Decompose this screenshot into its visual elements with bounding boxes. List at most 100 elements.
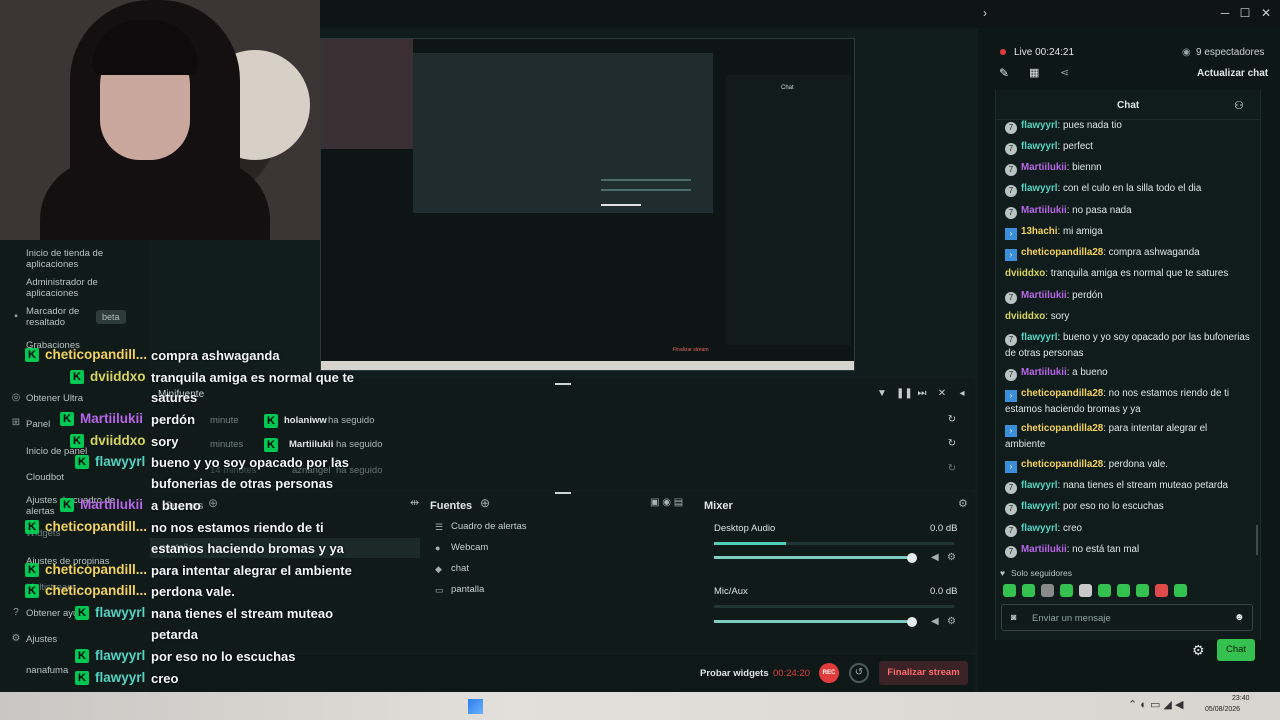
rec-button[interactable]: REC [819,663,839,683]
overlay-chat-message: estamos haciendo bromas y ya [151,541,344,556]
windows-start-icon[interactable] [468,699,483,714]
clock-time: 23:40 [1232,695,1250,702]
emote-icon[interactable] [1098,584,1111,597]
heart-icon: ♥ [1000,568,1006,578]
skip-icon[interactable]: ⏭ [916,388,928,400]
emote-icon[interactable] [1060,584,1073,597]
chat-username[interactable]: dviiddxo [1005,268,1045,279]
source-item-chat[interactable]: chat [451,563,469,574]
chat-username[interactable]: Martiilukii [1021,205,1067,216]
user-settings-icon[interactable]: ⚇ [1234,99,1244,112]
chat-message: dviiddxo: sory [1005,309,1250,324]
source-tools-icon[interactable]: ▣ ◉ ▤ [650,497,683,508]
chat-input[interactable]: ◙ Enviar un mensaje ☻ [1001,604,1253,631]
speaker-icon[interactable]: ◀ [931,616,939,627]
chat-username[interactable]: flawyyrl [1021,141,1058,152]
emote-icon[interactable] [1003,584,1016,597]
kick-badge-icon: K [25,520,39,534]
chat-username[interactable]: cheticopandilla28 [1021,423,1103,434]
overlay-chat-row: Kcheticopandill... para intentar alegrar … [0,560,420,580]
chat-username[interactable]: Martiilukii [1021,290,1067,301]
overlay-chat-message: no nos estamos riendo de ti [151,520,324,535]
replay-icon[interactable]: ↻ [946,463,958,475]
chat-username[interactable]: Martiilukii [1021,162,1067,173]
overlay-chat-row: Kflawyyrl nana tienes el stream muteao [0,603,420,623]
chat-username[interactable]: flawyyrl [1021,120,1058,131]
user-badge-icon: 7 [1005,482,1017,494]
share-icon[interactable]: ⋖ [1060,66,1069,79]
close-button[interactable]: ✕ [1259,6,1273,20]
source-item-alerts[interactable]: Cuadro de alertas [451,521,527,532]
chat-username[interactable]: flawyyrl [1021,183,1058,194]
refresh-chat-button[interactable]: Actualizar chat [1197,68,1268,79]
end-stream-button[interactable]: Finalizar stream [879,661,968,685]
test-widgets-button[interactable]: Probar widgets [700,668,769,679]
emote-icon[interactable] [1079,584,1092,597]
mic-aux-db: 0.0 dB [930,586,958,597]
speaker-icon[interactable]: ◀ [931,552,939,563]
chat-scrollbar[interactable] [1256,525,1258,555]
chat-username[interactable]: flawyyrl [1021,501,1058,512]
mic-aux-slider[interactable] [714,620,914,623]
emote-icon[interactable] [1155,584,1168,597]
filter-icon[interactable]: ▼ [876,388,888,400]
tray-icons[interactable]: ⌃ ◐ ▭ ◢ ◀ [1128,698,1183,711]
emoji-icon[interactable]: ☻ [1234,612,1245,623]
user-badge-icon: 7 [1005,164,1017,176]
channel-settings-icon[interactable]: ⚙ [947,616,956,627]
sidebar-item-app-manager[interactable]: Administrador de aplicaciones [26,277,136,299]
sidebar-item-highlighter[interactable]: Marcador de resaltado [26,306,96,328]
chat-username[interactable]: Martiilukii [1021,544,1067,555]
stream-preview[interactable]: Chat Finalizar stream [320,38,855,371]
emote-icon[interactable] [1174,584,1187,597]
sidebar-item-app-store[interactable]: Inicio de tienda de aplicaciones [26,248,136,270]
live-timer: Live 00:24:21 [1014,47,1075,58]
desktop-audio-knob[interactable] [907,553,917,563]
webcam-feed [0,0,320,240]
channel-settings-icon[interactable]: ⚙ [947,552,956,563]
emote-icon[interactable] [1136,584,1149,597]
chat-username[interactable]: dviiddxo [1005,311,1045,322]
mixer-settings-icon[interactable]: ⚙ [958,497,968,510]
emote-icon[interactable] [1117,584,1130,597]
chevron-right-icon[interactable]: › [978,6,992,20]
chat-text: : no está tan mal [1066,544,1140,555]
list-icon: ☰ [435,522,444,532]
chat-username[interactable]: Martiilukii [1021,367,1067,378]
replay-icon[interactable]: ↻ [946,414,958,426]
chat-username[interactable]: flawyyrl [1021,332,1058,343]
chat-username[interactable]: 13hachi [1021,226,1058,237]
desktop-audio-slider[interactable] [714,556,914,559]
chat-username[interactable]: cheticopandilla28 [1021,388,1103,399]
store-icon[interactable]: ▦ [1029,66,1039,79]
preview-chat-title: Chat [781,85,794,91]
chat-settings-icon[interactable]: ⚙ [1192,642,1205,659]
pause-icon[interactable]: ❚❚ [896,388,913,400]
minimize-button[interactable]: ─ [1218,6,1232,20]
maximize-button[interactable]: ☐ [1238,6,1252,20]
mute-alerts-icon[interactable]: ✕ [936,388,948,400]
emote-icon[interactable] [1022,584,1035,597]
replay-buffer-icon[interactable]: ↺ [849,663,869,683]
chat-username[interactable]: cheticopandilla28 [1021,459,1103,470]
replay-icon[interactable]: ↻ [946,438,958,450]
add-source-icon[interactable]: ⊕ [480,496,490,510]
overlay-chat-row: Kdviiddxo tranquila amiga es normal que t… [0,367,420,387]
viewer-count: 9 espectadores [1196,47,1265,58]
send-chat-button[interactable]: Chat [1217,639,1255,661]
source-item-pantalla[interactable]: pantalla [451,584,484,595]
stream-timer: 00:24:20 [773,668,810,679]
chat-username[interactable]: flawyyrl [1021,523,1058,534]
emote-icon[interactable] [1041,584,1054,597]
mic-aux-knob[interactable] [907,617,917,627]
volume-icon[interactable]: ◂ [956,388,968,400]
kick-badge-icon: K [70,370,84,384]
source-item-webcam[interactable]: Webcam [451,542,488,553]
edit-icon[interactable]: ✎ [999,66,1009,80]
user-badge-icon: 7 [1005,292,1017,304]
chat-username[interactable]: cheticopandilla28 [1021,247,1103,258]
streamlabs-window: › ─ ☐ ✕ Chat Finalizar stream Inicio de … [0,0,1280,708]
chat-username[interactable]: flawyyrl [1021,480,1058,491]
overlay-chat-username: flawyyrl [95,454,146,469]
user-badge-icon: 7 [1005,334,1017,346]
